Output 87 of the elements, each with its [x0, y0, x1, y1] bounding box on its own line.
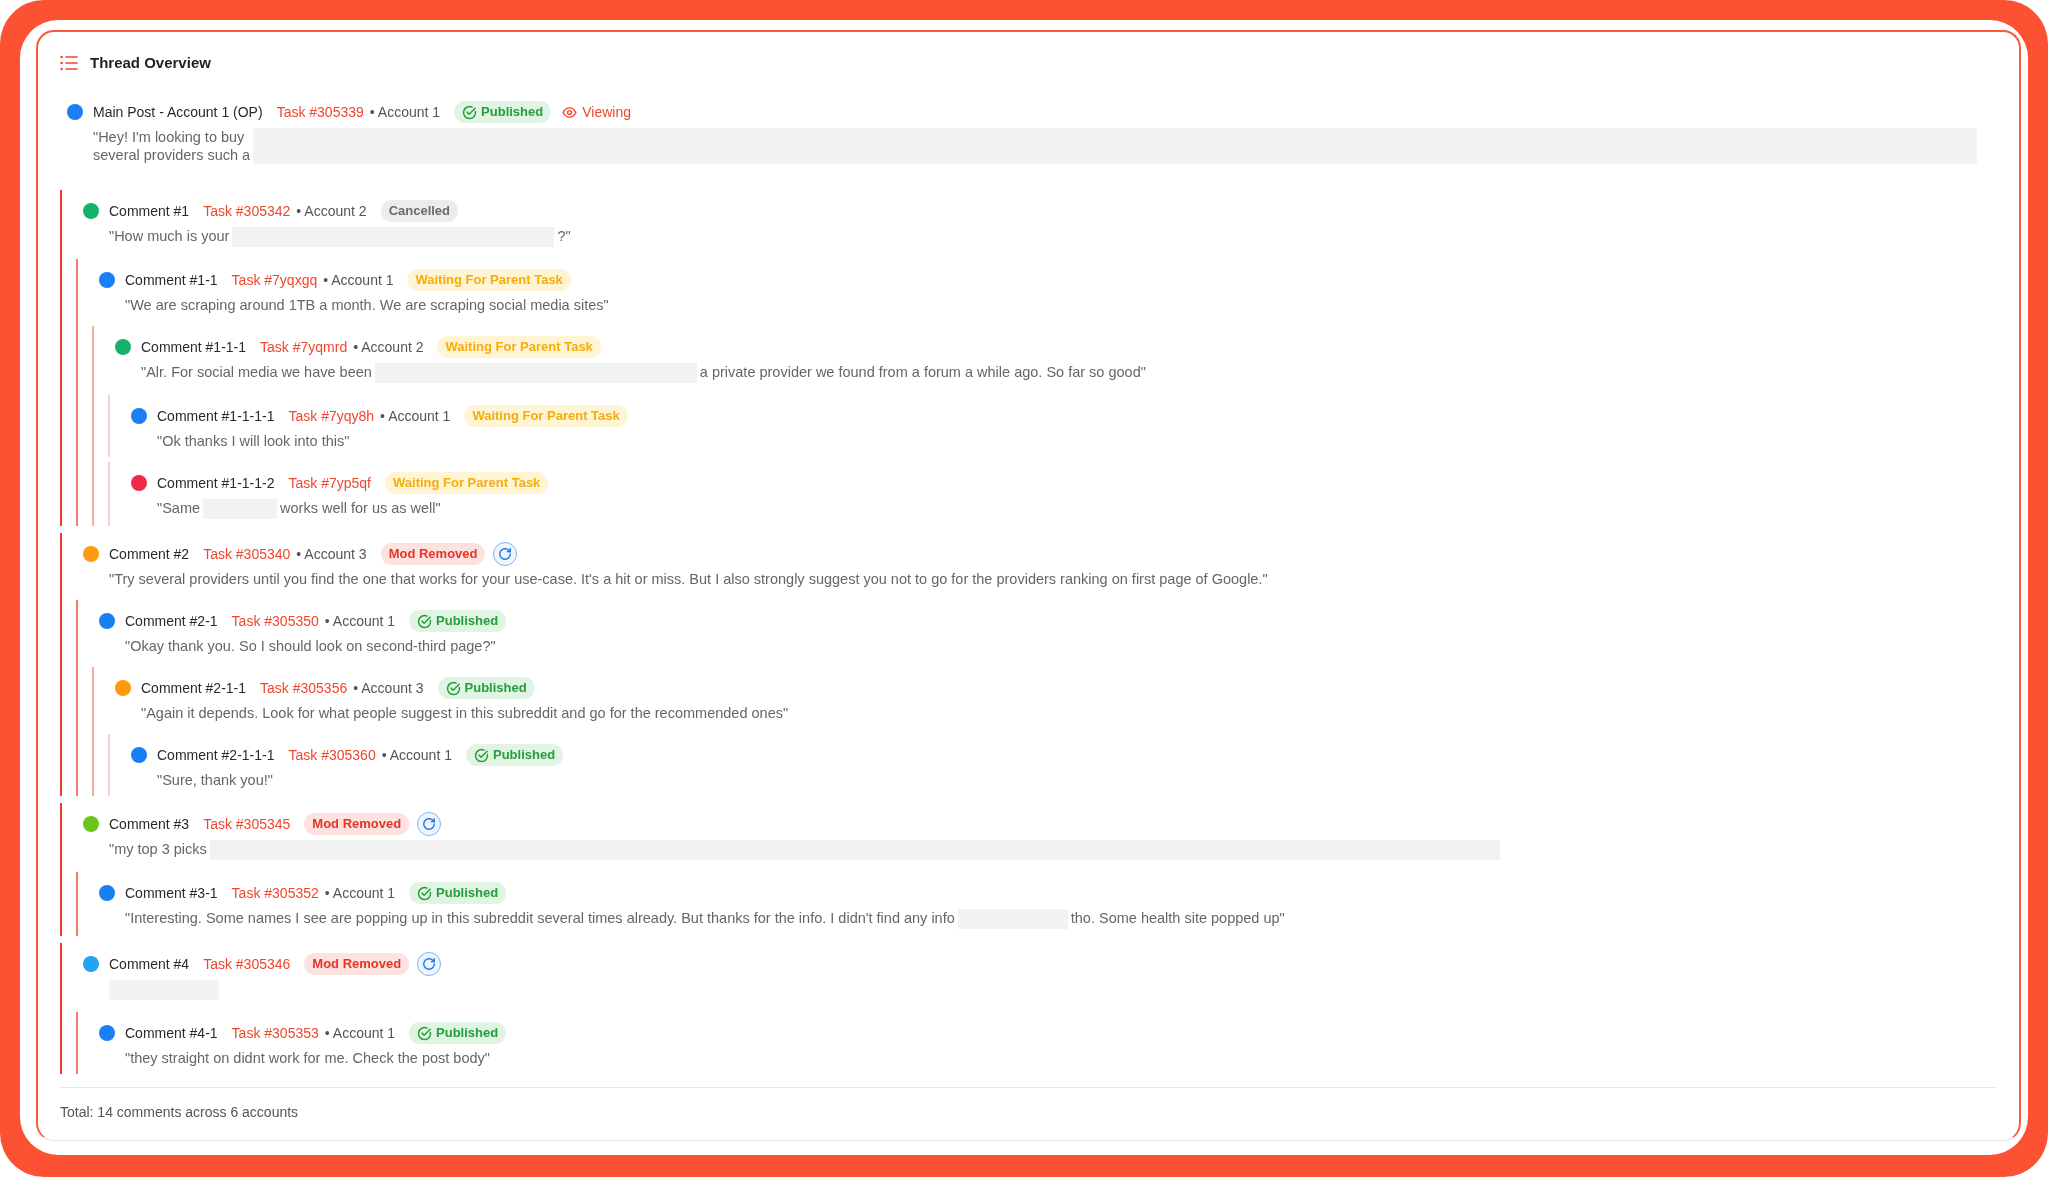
refresh-icon: [422, 957, 437, 971]
account-label: • Account 1: [381, 745, 452, 765]
status-badge: Cancelled: [380, 200, 459, 222]
comment-text: ?": [557, 227, 571, 246]
status-label: Published: [481, 103, 544, 122]
task-link[interactable]: Task #7yp5qf: [288, 472, 371, 494]
comment-text: works well for us as well": [280, 499, 441, 518]
status-label: Published: [436, 884, 499, 903]
status-badge: Waiting For Parent Task: [407, 269, 571, 291]
account-label: • Account 3: [296, 544, 367, 564]
task-link[interactable]: Task #305356: [260, 677, 348, 699]
status-label: Published: [436, 612, 499, 631]
status-badge: Waiting For Parent Task: [464, 405, 628, 427]
comment-title: Comment #1-1-1-2: [157, 473, 275, 493]
task-link[interactable]: Task #7yqxgq: [231, 269, 318, 291]
status-badge: Mod Removed: [304, 813, 410, 835]
comment-title: Comment #3-1: [125, 883, 218, 903]
comment-text: "Alr. For social media we have been: [141, 363, 372, 382]
status-badge: Waiting For Parent Task: [437, 336, 601, 358]
comment-text: "my top 3 picks: [109, 840, 207, 859]
post-text: "Hey! I'm looking to buy several providers such a: [93, 128, 251, 164]
comment-text: "Okay thank you. So I should look on second-third page?": [125, 637, 496, 655]
check-circle-icon: [417, 613, 433, 629]
refresh-button[interactable]: [417, 812, 442, 836]
comment-text: "How much is your: [109, 227, 230, 246]
post-title: Main Post - Account 1 (OP): [93, 102, 263, 122]
check-circle-icon: [445, 680, 461, 696]
status-badge: Mod Removed: [380, 543, 486, 565]
panel-title: Thread Overview: [90, 52, 211, 73]
task-link[interactable]: Task #305360: [288, 744, 376, 766]
status-label: Published: [464, 679, 527, 698]
status-label: Published: [436, 1024, 499, 1043]
comment-text: "Same: [157, 499, 201, 518]
comment-text: tho. Some health site popped up": [1070, 909, 1285, 928]
comment-text: "Interesting. Some names I see are popping up in this subreddit several times already. But thanks for the info. I didn't find any info: [125, 909, 955, 928]
comment-title: Comment #2-1-1-1: [157, 745, 275, 765]
summary-text: Total: 14 comments across 6 accounts: [60, 1104, 299, 1120]
refresh-button[interactable]: [417, 952, 442, 976]
account-label: • Account 3: [353, 678, 424, 698]
comment-title: Comment #2-1-1: [141, 678, 247, 698]
task-link[interactable]: Task #305340: [203, 543, 291, 565]
status-badge: Waiting For Parent Task: [385, 472, 549, 494]
check-circle-icon: [417, 885, 433, 901]
comment-title: Comment #2: [109, 544, 190, 564]
refresh-button[interactable]: [493, 542, 518, 566]
account-label: • Account 1: [380, 406, 451, 426]
account-label: • Account 1: [324, 611, 396, 631]
comment-text: "Sure, thank you!": [157, 771, 273, 789]
status-badge: Mod Removed: [304, 953, 410, 975]
comment-text: "Again it depends. Look for what people suggest in this subreddit and go for the recommended ones": [141, 704, 789, 722]
comment-text: a private provider we found from a forum a while ago. So far so good": [699, 363, 1146, 382]
account-label: • Account 1: [369, 102, 441, 122]
comment-title: Comment #1: [109, 201, 190, 221]
task-link[interactable]: Task #305345: [203, 813, 291, 835]
account-label: • Account 1: [324, 1023, 396, 1043]
comment-title: Comment #2-1: [125, 611, 218, 631]
account-label: • Account 2: [353, 337, 424, 357]
comment-title: Comment #4-1: [125, 1023, 218, 1043]
refresh-icon: [498, 547, 513, 561]
check-circle-icon: [462, 104, 478, 120]
task-link[interactable]: Task #7yqmrd: [260, 336, 348, 358]
comment-title: Comment #4: [109, 954, 190, 974]
list-icon: [60, 55, 78, 71]
eye-icon: [562, 106, 578, 118]
viewing-label: Viewing: [582, 102, 631, 122]
comment-title: Comment #1-1-1: [141, 337, 247, 357]
status-label: Published: [492, 746, 556, 765]
task-link[interactable]: Task #7yqy8h: [288, 405, 375, 427]
comment-text: "We are scraping around 1TB a month. We are scraping social media sites": [125, 296, 609, 314]
task-link[interactable]: Task #305342: [203, 200, 291, 222]
comment-text: "they straight on didnt work for me. Check the post body": [125, 1049, 490, 1067]
task-link[interactable]: Task #305352: [231, 882, 319, 904]
account-label: • Account 2: [296, 201, 367, 221]
comment-text: "Try several providers until you find the one that works for your use-case. It's a hit or miss. But I also strongly suggest you not to go for the providers ranking on first page of Google.": [109, 570, 1268, 588]
check-circle-icon: [473, 747, 489, 763]
task-link[interactable]: Task #305350: [231, 610, 319, 632]
refresh-icon: [422, 817, 437, 831]
account-label: • Account 1: [324, 883, 396, 903]
task-link[interactable]: Task #305353: [231, 1022, 319, 1044]
check-circle-icon: [417, 1025, 433, 1041]
comment-title: Comment #1-1: [125, 270, 218, 290]
comment-title: Comment #3: [109, 814, 190, 834]
account-label: • Account 1: [323, 270, 394, 290]
comment-text: "Ok thanks I will look into this": [157, 432, 350, 450]
task-link[interactable]: Task #305339: [276, 101, 364, 123]
comment-title: Comment #1-1-1-1: [157, 406, 275, 426]
task-link[interactable]: Task #305346: [203, 953, 291, 975]
